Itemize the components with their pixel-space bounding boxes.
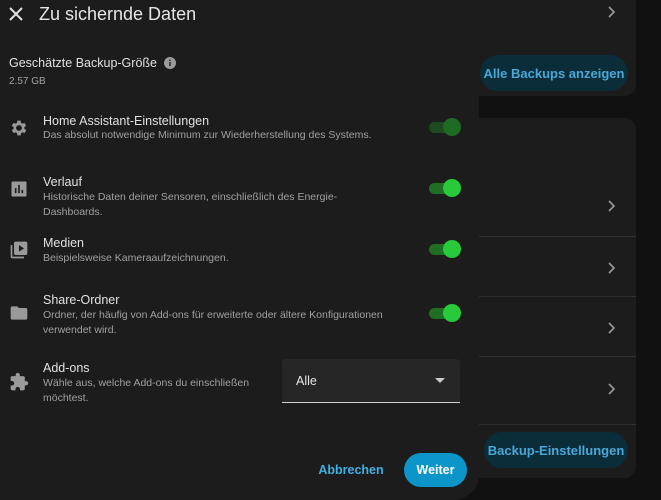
estimated-size-label: Geschätzte Backup-Größe [9, 56, 176, 70]
row-description-addons: Wähle aus, welche Add-ons du einschließe… [43, 377, 250, 404]
chevron-right-icon[interactable] [604, 5, 618, 19]
gear-icon [11, 120, 27, 136]
chevron-right-icon[interactable] [604, 382, 618, 396]
toggle-home-assistant-settings[interactable] [429, 118, 461, 136]
estimated-size-value: 2.57 GB [9, 76, 46, 87]
toggle-history[interactable] [429, 179, 461, 197]
row-description-share-folder: Ordner, der häufig von Add-ons für erwei… [43, 309, 383, 336]
chevron-right-icon[interactable] [604, 199, 618, 213]
addons-select-value: Alle [296, 374, 317, 388]
cancel-button[interactable]: Abbrechen [312, 454, 390, 486]
toggle-media[interactable] [429, 240, 461, 258]
next-button[interactable]: Weiter [404, 453, 467, 487]
chart-icon [11, 181, 27, 197]
addons-select[interactable]: Alle [282, 359, 460, 403]
media-icon [10, 241, 28, 259]
row-title-share-folder: Share-Ordner [43, 293, 120, 307]
row-description-history: Historische Daten deiner Sensoren, einsc… [43, 191, 338, 218]
row-description-media: Beispielsweise Kameraaufzeichnungen. [43, 252, 229, 264]
row-title-addons: Add-ons [43, 361, 90, 375]
info-icon[interactable] [163, 57, 176, 69]
estimated-size-text: Geschätzte Backup-Größe [9, 56, 157, 70]
close-icon[interactable] [6, 4, 26, 24]
puzzle-icon [10, 372, 29, 391]
backup-settings-button[interactable]: Backup-Einstellungen [484, 432, 628, 468]
row-description-home-assistant-settings: Das absolut notwendige Minimum zur Wiede… [43, 129, 372, 141]
toggle-share-folder[interactable] [429, 304, 461, 322]
chevron-right-icon[interactable] [604, 261, 618, 275]
dropdown-arrow-icon [435, 378, 445, 383]
show-all-backups-button[interactable]: Alle Backups anzeigen [480, 55, 628, 91]
dialog-title: Zu sichernde Daten [39, 4, 197, 24]
row-title-home-assistant-settings: Home Assistant-Einstellungen [43, 114, 210, 128]
row-title-media: Medien [43, 236, 84, 250]
folder-icon [10, 306, 28, 320]
row-title-history: Verlauf [43, 175, 82, 189]
chevron-right-icon[interactable] [604, 321, 618, 335]
backup-data-dialog: Zu sichernde Daten Geschätzte Backup-Grö… [0, 0, 479, 500]
